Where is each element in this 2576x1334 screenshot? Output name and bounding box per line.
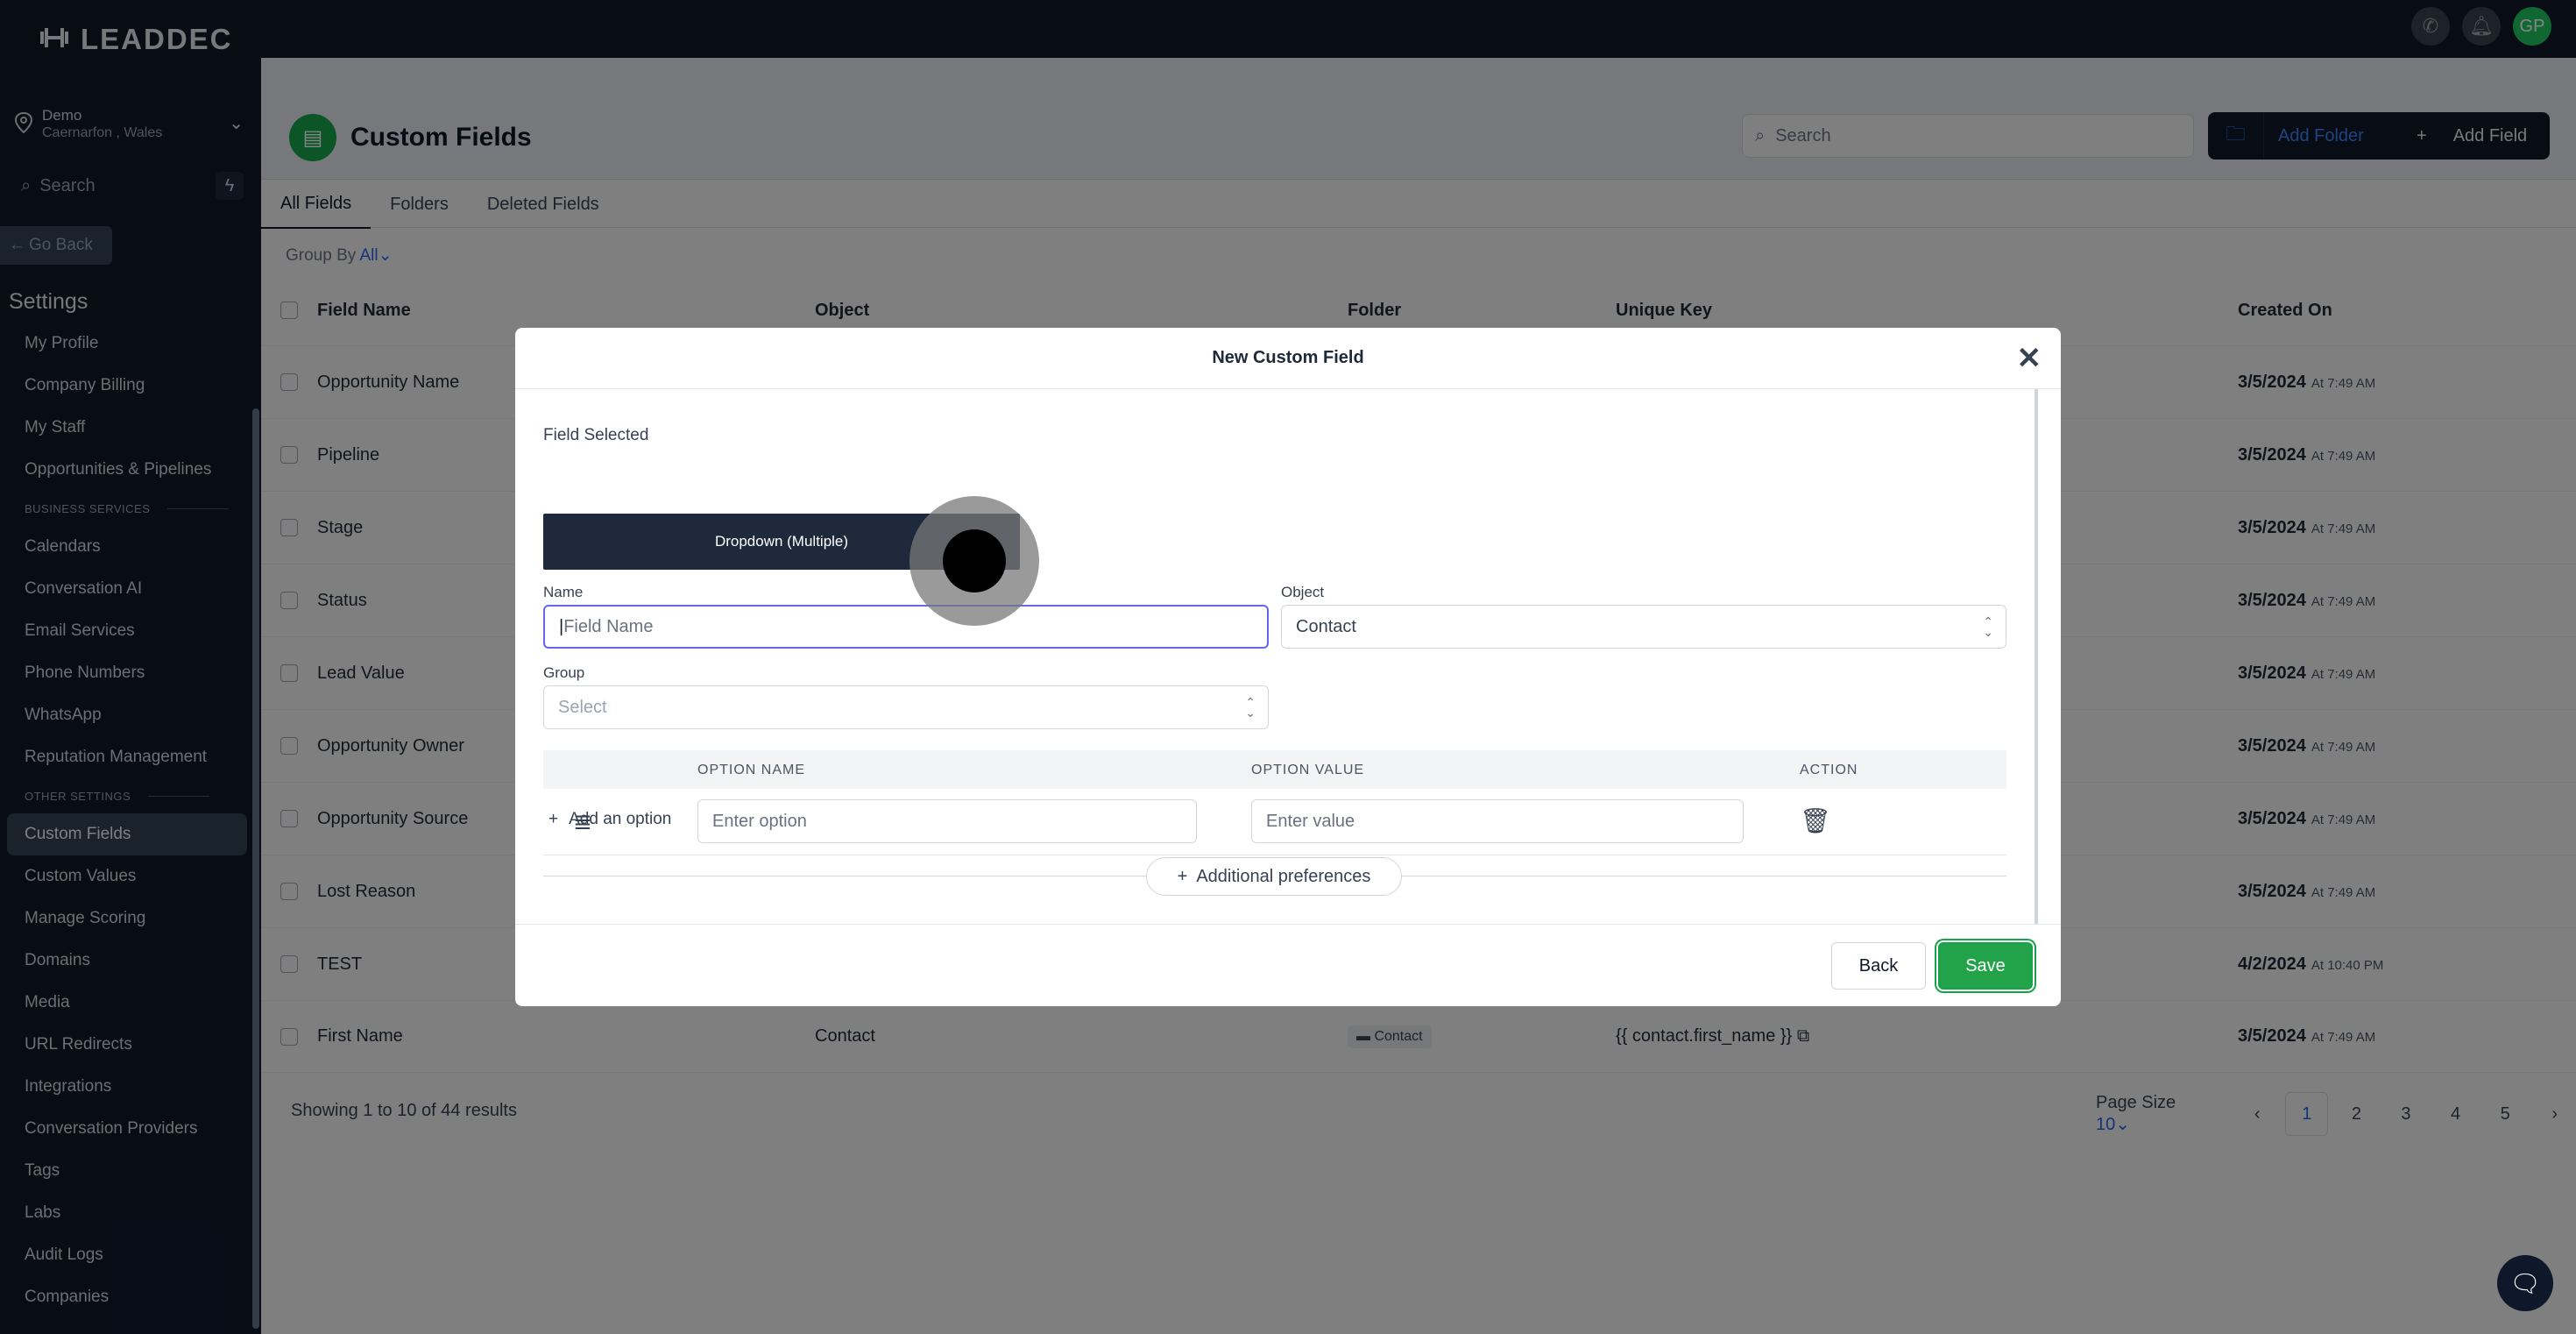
option-row: ≣ Enter option Enter value 🗑︎	[543, 789, 2006, 855]
group-placeholder: Select	[558, 697, 607, 717]
add-option-button[interactable]: + Add an option	[548, 810, 671, 829]
name-label: Name	[543, 584, 584, 600]
back-button[interactable]: Back	[1831, 942, 1926, 990]
trash-icon[interactable]: 🗑︎	[1800, 806, 1831, 835]
additional-preferences-label: Additional preferences	[1196, 866, 1371, 886]
options-table: OPTION NAME OPTION VALUE ACTION ≣ Enter …	[543, 750, 2006, 855]
object-label: Object	[1281, 584, 1325, 600]
new-custom-field-modal: New Custom Field ✕ Field Selected Dropdo…	[515, 328, 2061, 1006]
additional-preferences-button[interactable]: + Additional preferences	[1146, 857, 1402, 896]
close-icon[interactable]: ✕	[2017, 344, 2042, 373]
object-select[interactable]: Contact ⌃ ⌄	[1281, 605, 2006, 649]
modal-footer: Back Save	[515, 924, 2061, 1006]
field-name-placeholder: Field Name	[563, 616, 654, 636]
group-label: Group	[543, 664, 585, 681]
col-option-name: OPTION NAME	[697, 763, 806, 777]
add-option-label: Add an option	[569, 810, 672, 828]
object-value: Contact	[1296, 616, 1356, 636]
modal-body: Field Selected Dropdown (Multiple) Name …	[543, 389, 2006, 924]
select-arrows-icon: ⌃ ⌄	[1245, 695, 1256, 720]
col-action: ACTION	[1800, 763, 1858, 777]
modal-scrollbar[interactable]	[2035, 389, 2038, 924]
options-table-header: OPTION NAME OPTION VALUE ACTION	[543, 750, 2006, 789]
col-option-value: OPTION VALUE	[1251, 763, 1365, 777]
plus-icon: +	[548, 810, 559, 828]
field-name-input[interactable]: | Field Name	[543, 605, 1269, 649]
modal-header: New Custom Field ✕	[515, 328, 2061, 389]
option-name-input[interactable]: Enter option	[697, 799, 1197, 843]
field-selected-label: Field Selected	[543, 426, 649, 444]
cursor-dot	[943, 529, 1006, 592]
group-select[interactable]: Select ⌃ ⌄	[543, 685, 1269, 729]
chat-widget-icon[interactable]: 🗨︎	[2497, 1255, 2553, 1311]
modal-title: New Custom Field	[1212, 348, 1364, 367]
save-button[interactable]: Save	[1938, 942, 2033, 990]
plus-icon: +	[1177, 866, 1188, 886]
select-arrows-icon: ⌃ ⌄	[1983, 614, 1993, 639]
option-value-input[interactable]: Enter value	[1251, 799, 1744, 843]
